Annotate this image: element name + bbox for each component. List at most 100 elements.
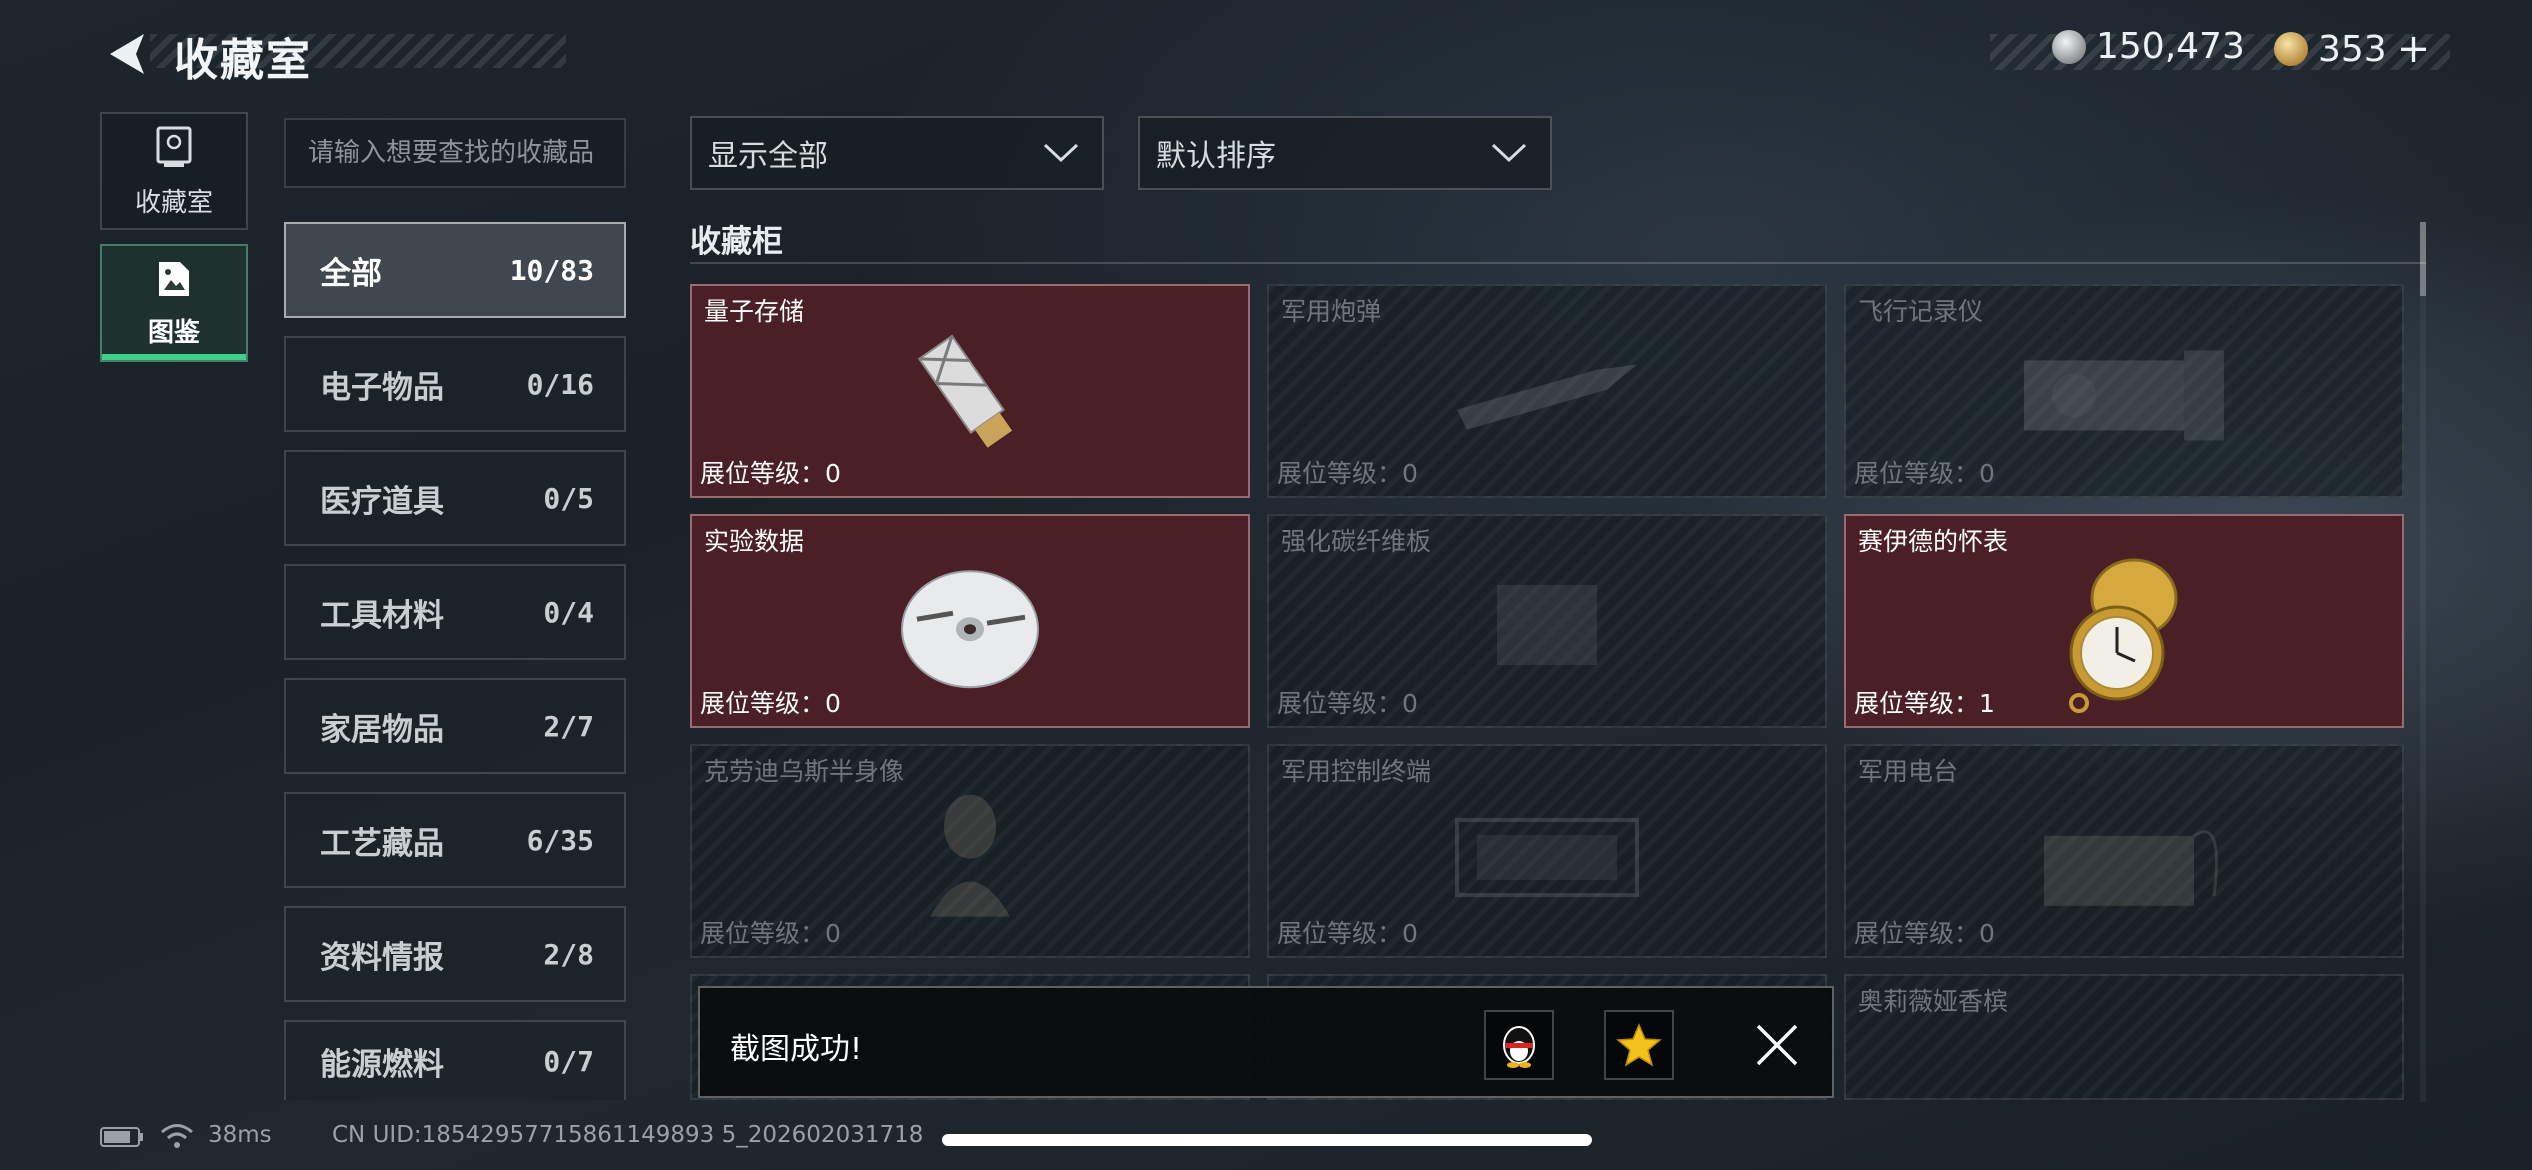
card-name: 军用电台 <box>1858 757 1959 786</box>
battery-icon <box>100 1127 143 1147</box>
category-all[interactable]: 全部 10/83 <box>284 222 626 318</box>
category-name: 电子物品 <box>320 369 444 406</box>
card-level: 展位等级：0 <box>1854 459 1995 488</box>
gold-amount: 353 <box>2318 28 2387 70</box>
artillery-shell-icon <box>1457 364 1637 430</box>
flight-recorder-icon <box>2024 350 2224 441</box>
silver-coin-icon <box>2052 29 2086 64</box>
disc-icon <box>901 570 1039 689</box>
sort-dropdown[interactable]: 默认排序 <box>1138 116 1552 190</box>
card-level: 展位等级：0 <box>1854 919 1995 948</box>
section-divider <box>690 262 2426 264</box>
silver-currency: 150,473 <box>2052 26 2245 67</box>
category-count: 0/4 <box>543 595 594 629</box>
card-level: 展位等级：1 <box>1854 689 1995 718</box>
category-name: 医疗道具 <box>320 483 444 520</box>
collectible-card-military-radio[interactable]: 军用电台 展位等级：0 <box>1844 744 2404 958</box>
scrollbar-thumb[interactable] <box>2420 222 2426 296</box>
close-icon[interactable] <box>1752 1020 1802 1070</box>
category-energy[interactable]: 能源燃料 0/7 <box>284 1020 626 1100</box>
card-name: 强化碳纤维板 <box>1281 527 1432 556</box>
share-qzone-button[interactable] <box>1604 1010 1674 1080</box>
category-name: 资料情报 <box>320 939 444 976</box>
collectible-card-military-shell[interactable]: 军用炮弹 展位等级：0 <box>1267 284 1827 498</box>
add-currency-button[interactable]: + <box>2397 26 2431 72</box>
card-name: 军用控制终端 <box>1281 757 1432 786</box>
collectible-card-flight-recorder[interactable]: 飞行记录仪 展位等级：0 <box>1844 284 2404 498</box>
chevron-down-icon <box>1491 143 1527 163</box>
card-name: 飞行记录仪 <box>1858 297 1984 326</box>
card-name: 军用炮弹 <box>1281 297 1382 326</box>
uid-text: CN UID:18542957715861149893 5_2026020317… <box>332 1122 924 1148</box>
section-title: 收藏柜 <box>690 224 783 260</box>
card-name: 赛伊德的怀表 <box>1858 527 2009 556</box>
card-name: 量子存储 <box>704 297 805 326</box>
card-level: 展位等级：0 <box>700 689 841 718</box>
category-name: 家居物品 <box>320 711 444 748</box>
category-count: 6/35 <box>526 823 594 857</box>
card-level: 展位等级：0 <box>1277 919 1418 948</box>
category-electronics[interactable]: 电子物品 0/16 <box>284 336 626 432</box>
carbon-plate-icon <box>1497 585 1597 665</box>
sort-value: 默认排序 <box>1156 139 1276 174</box>
display-filter-dropdown[interactable]: 显示全部 <box>690 116 1104 190</box>
display-filter-value: 显示全部 <box>708 139 828 174</box>
category-count: 2/7 <box>543 709 594 743</box>
chevron-down-icon <box>1043 143 1079 163</box>
category-count: 2/8 <box>543 937 594 971</box>
gold-currency[interactable]: 353 + <box>2274 26 2430 72</box>
card-level: 展位等级：0 <box>700 919 841 948</box>
category-medical[interactable]: 医疗道具 0/5 <box>284 450 626 546</box>
collectible-card-carbon-fiber-plate[interactable]: 强化碳纤维板 展位等级：0 <box>1267 514 1827 728</box>
rail-tab-label: 图鉴 <box>147 317 200 348</box>
screenshot-toast: 截图成功! <box>698 986 1834 1098</box>
penguin-icon <box>1503 1026 1535 1068</box>
category-name: 工具材料 <box>320 597 444 634</box>
rail-tab-collection-room[interactable]: 收藏室 <box>100 112 248 230</box>
collectible-card-champagne[interactable]: 奥莉薇娅香槟 <box>1844 974 2404 1100</box>
control-terminal-icon <box>1455 818 1639 897</box>
category-tools[interactable]: 工具材料 0/4 <box>284 564 626 660</box>
home-indicator[interactable] <box>942 1134 1592 1146</box>
category-intel[interactable]: 资料情报 2/8 <box>284 906 626 1002</box>
radio-icon <box>2044 830 2218 906</box>
back-arrow-icon[interactable] <box>100 28 156 80</box>
collectible-card-pocket-watch[interactable]: 赛伊德的怀表 展位等级：1 <box>1844 514 2404 728</box>
category-count: 0/7 <box>543 1044 594 1078</box>
header: 收藏室 150,473 353 + <box>0 0 2532 100</box>
category-count: 0/16 <box>526 367 594 401</box>
collectible-card-military-terminal[interactable]: 军用控制终端 展位等级：0 <box>1267 744 1827 958</box>
silver-amount: 150,473 <box>2096 26 2245 67</box>
collectible-card-quantum-storage[interactable]: 量子存储 展位等级：0 <box>690 284 1250 498</box>
scrollbar-track <box>2420 222 2426 1102</box>
category-name: 能源燃料 <box>320 1046 444 1083</box>
category-crafts[interactable]: 工艺藏品 6/35 <box>284 792 626 888</box>
category-name: 工艺藏品 <box>320 825 444 862</box>
wifi-icon <box>161 1124 193 1148</box>
cabinet-icon <box>156 126 192 167</box>
rail-tab-catalog[interactable]: 图鉴 <box>100 244 248 362</box>
card-name: 克劳迪乌斯半身像 <box>704 757 905 786</box>
category-count: 0/5 <box>543 481 594 515</box>
card-level: 展位等级：0 <box>1277 689 1418 718</box>
rail-tab-label: 收藏室 <box>134 187 213 218</box>
star-icon <box>1616 1023 1662 1067</box>
catalog-icon <box>159 261 189 296</box>
gold-coin-icon <box>2274 32 2308 66</box>
pocket-watch-icon <box>2069 558 2178 713</box>
card-name: 实验数据 <box>704 527 805 556</box>
category-count: 10/83 <box>509 253 594 287</box>
page-title: 收藏室 <box>174 35 312 86</box>
category-household[interactable]: 家居物品 2/7 <box>284 678 626 774</box>
search-input[interactable] <box>284 118 626 188</box>
collectible-card-experiment-data[interactable]: 实验数据 展位等级：0 <box>690 514 1250 728</box>
usb-drive-icon <box>917 334 1013 448</box>
card-name: 奥莉薇娅香槟 <box>1858 987 2009 1016</box>
bust-statue-icon <box>930 794 1010 917</box>
card-level: 展位等级：0 <box>1277 459 1418 488</box>
share-qq-button[interactable] <box>1484 1010 1554 1080</box>
collectible-card-bust[interactable]: 克劳迪乌斯半身像 展位等级：0 <box>690 744 1250 958</box>
ping-value: 38ms <box>208 1122 272 1148</box>
card-level: 展位等级：0 <box>700 459 841 488</box>
category-name: 全部 <box>320 255 382 292</box>
